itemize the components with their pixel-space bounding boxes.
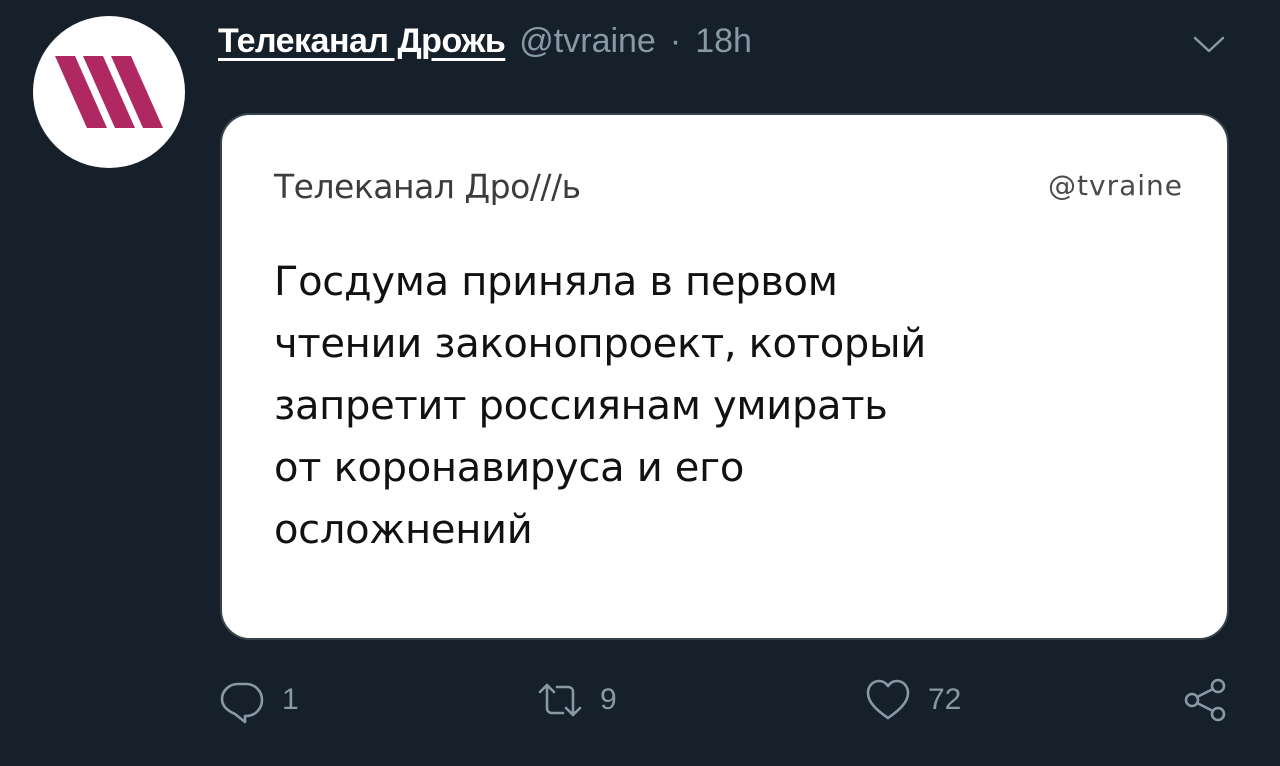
tv-rain-logo-icon <box>55 56 163 128</box>
display-name[interactable]: Телеканал Дрожь <box>218 22 506 61</box>
tweet[interactable]: Телеканал Дрожь @tvraine · 18h Телеканал… <box>0 0 1280 766</box>
separator-dot: · <box>669 22 682 60</box>
share-button[interactable] <box>1182 670 1230 730</box>
user-handle[interactable]: @tvraine <box>519 22 656 61</box>
timestamp[interactable]: 18h <box>695 22 752 61</box>
headline-line: чтении законопроект, который <box>274 321 926 367</box>
avatar[interactable] <box>33 16 185 168</box>
like-button[interactable]: 72 <box>864 670 961 730</box>
headline-line: от коронавируса и его <box>274 445 745 491</box>
retweet-icon <box>538 683 582 717</box>
chevron-down-icon <box>1193 36 1225 53</box>
retweet-button[interactable]: 9 <box>536 670 617 730</box>
heart-icon <box>866 679 910 720</box>
tweet-image[interactable]: Телеканал Дро///ь @tvraine Госдума приня… <box>220 113 1229 640</box>
headline-line: Госдума приняла в первом <box>274 259 838 305</box>
like-count: 72 <box>928 683 962 716</box>
reply-button[interactable]: 1 <box>218 670 299 730</box>
retweet-count: 9 <box>600 683 617 716</box>
share-icon <box>1184 678 1226 722</box>
card-handle: @tvraine <box>1048 169 1183 202</box>
reply-icon <box>220 682 264 724</box>
reply-count: 1 <box>282 683 299 716</box>
card-brand: Телеканал Дро///ь <box>274 167 581 206</box>
headline-line: осложнений <box>274 507 533 553</box>
headline-line: запретит россиянам умирать <box>274 383 888 429</box>
card-headline: Госдума приняла в первом чтении законопр… <box>274 251 1154 561</box>
tweet-header: Телеканал Дрожь @tvraine · 18h <box>218 22 752 61</box>
more-options-button[interactable] <box>1192 32 1226 56</box>
